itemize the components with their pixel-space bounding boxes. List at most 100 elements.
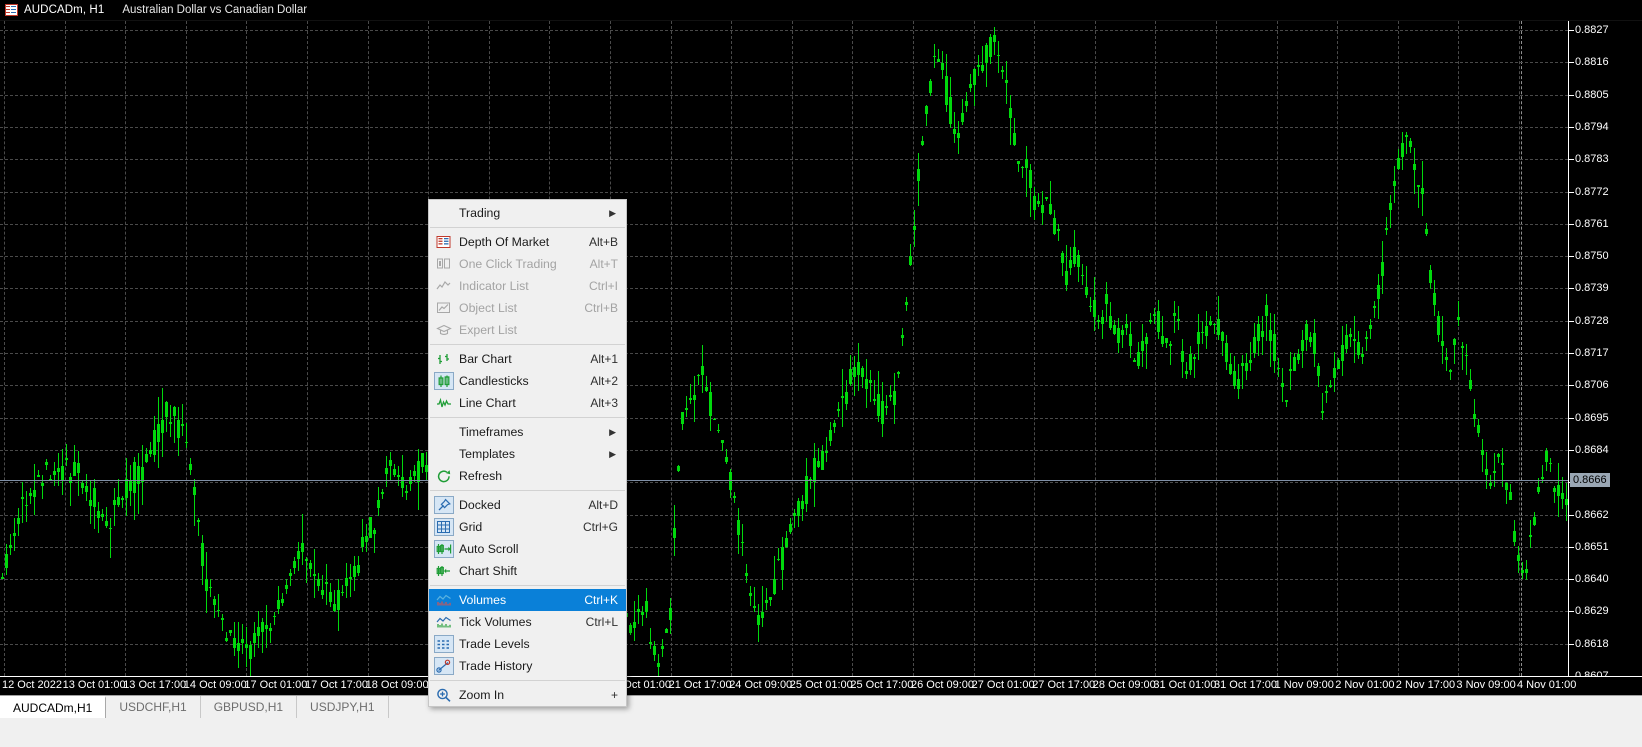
candle-body [1489,482,1492,486]
candle-body [169,422,172,424]
price-label: 0.8728 [1575,314,1609,327]
candle-body [833,423,836,428]
candle-wick [66,443,67,466]
candle-body [337,589,340,610]
candle-body [1349,334,1352,338]
candle-wick [750,586,751,607]
candle-wick [114,488,115,526]
candle-body [1501,462,1504,466]
menu-item-candlesticks[interactable]: Candlesticks Alt+2 [429,370,626,392]
price-label: 0.8640 [1575,573,1609,586]
candle-wick [10,533,11,555]
candle-body [101,513,104,518]
menu-item-bar-chart[interactable]: Bar Chart Alt+1 [429,348,626,370]
candle-body [749,592,752,596]
candle-body [249,645,252,659]
menu-item-auto-scroll[interactable]: Auto Scroll [429,538,626,560]
menu-item-indicator-list: Indicator List Ctrl+I [429,275,626,297]
chart-window-icon [5,4,18,16]
candle-body [765,599,768,603]
price-tick [1569,159,1574,161]
candle-body [133,462,136,494]
time-label: 2 Nov 01:00 [1335,679,1395,691]
candle-body [309,563,312,570]
menu-item-line-chart[interactable]: Line Chart Alt+3 [429,392,626,414]
candle-wick [218,593,219,618]
candle-wick [1330,380,1331,389]
candle-body [365,536,368,543]
candle-body [361,536,364,548]
time-label: 18 Oct 09:00 [365,679,429,691]
menu-item-refresh[interactable]: Refresh [429,465,626,487]
chart-tab-usdchf-h1[interactable]: USDCHF,H1 [106,696,201,718]
menu-item-docked[interactable]: Docked Alt+D [429,494,626,516]
expert-list-icon [434,321,454,339]
candle-body [1121,329,1124,335]
candle-body [1445,356,1448,360]
menu-item-tick-volumes[interactable]: Tick Volumes Ctrl+L [429,611,626,633]
menu-item-templates[interactable]: Templates ▶ [429,443,626,465]
candle-body [1453,339,1456,346]
candle-body [1389,203,1392,210]
candle-wick [1178,305,1179,330]
menu-item-timeframes[interactable]: Timeframes ▶ [429,421,626,443]
candle-body [1393,181,1396,186]
menu-item-zoom-in[interactable]: Zoom In + [429,684,626,706]
candle-body [981,64,984,72]
candle-body [253,633,256,643]
menu-separator [430,490,625,491]
chart-tabs[interactable]: AUDCADm,H1 USDCHF,H1 GBPUSD,H1 USDJPY,H1 [0,696,1642,718]
candle-body [1493,471,1496,474]
candle-wick [1290,352,1291,390]
trade-levels-icon [434,635,454,653]
chart-canvas[interactable] [0,21,1568,676]
menu-item-volumes[interactable]: Volumes Ctrl+K [429,589,626,611]
candle-wick [222,613,223,632]
price-scale[interactable]: 0.8827 0.8816 0.8805 0.8794 0.8783 0.8772 0.87… [1568,21,1642,682]
time-label: 14 Oct 09:00 [183,679,247,691]
menu-item-trade-history[interactable]: Trade History [429,655,626,677]
candle-body [1353,339,1356,341]
menu-item-depth-of-market[interactable]: Depth Of Market Alt+B [429,231,626,253]
tick-volumes-icon [434,613,454,631]
menu-item-grid[interactable]: Grid Ctrl+G [429,516,626,538]
time-label: 28 Oct 09:00 [1092,679,1156,691]
candle-body [193,487,196,495]
candle-body [13,532,16,536]
menu-item-shortcut: Ctrl+B [584,301,618,315]
candle-body [813,457,816,482]
menu-item-trade-levels[interactable]: Trade Levels [429,633,626,655]
candle-body [793,513,796,517]
candle-body [157,423,160,443]
time-scale[interactable]: 12 Oct 2022 13 Oct 01:00 13 Oct 17:00 14 Oc… [0,676,1642,695]
candle-body [1157,310,1160,332]
candle-body [1289,369,1292,371]
candle-body [1557,484,1560,497]
candle-body [925,106,928,114]
gridline-horizontal [0,256,1568,258]
candle-wick [402,454,403,497]
menu-item-chart-shift[interactable]: Chart Shift [429,560,626,582]
candle-wick [1150,313,1151,324]
candle-body [1309,336,1312,343]
candle-body [1457,317,1460,320]
candle-wick [1466,343,1467,376]
candle-body [1553,487,1556,492]
candle-body [25,504,28,506]
candle-body [1517,554,1520,561]
candle-body [985,44,988,64]
candle-body [37,475,40,477]
candle-wick [306,557,307,583]
candle-body [1133,360,1136,362]
chart-context-menu[interactable]: Trading ▶ Depth Of Market Alt+B One Click Tr… [428,199,627,707]
candle-wick [650,628,651,650]
candle-wick [26,490,27,523]
chart-tab-usdjpy-h1[interactable]: USDJPY,H1 [297,696,389,718]
candle-body [829,430,832,441]
menu-item-trading[interactable]: Trading ▶ [429,202,626,224]
chart-tab-audcadm-h1[interactable]: AUDCADm,H1 [0,696,107,718]
candle-wick [110,517,111,559]
candle-body [821,450,824,471]
chart-tab-gbpusd-h1[interactable]: GBPUSD,H1 [200,696,298,718]
gridline-vertical [973,21,975,676]
